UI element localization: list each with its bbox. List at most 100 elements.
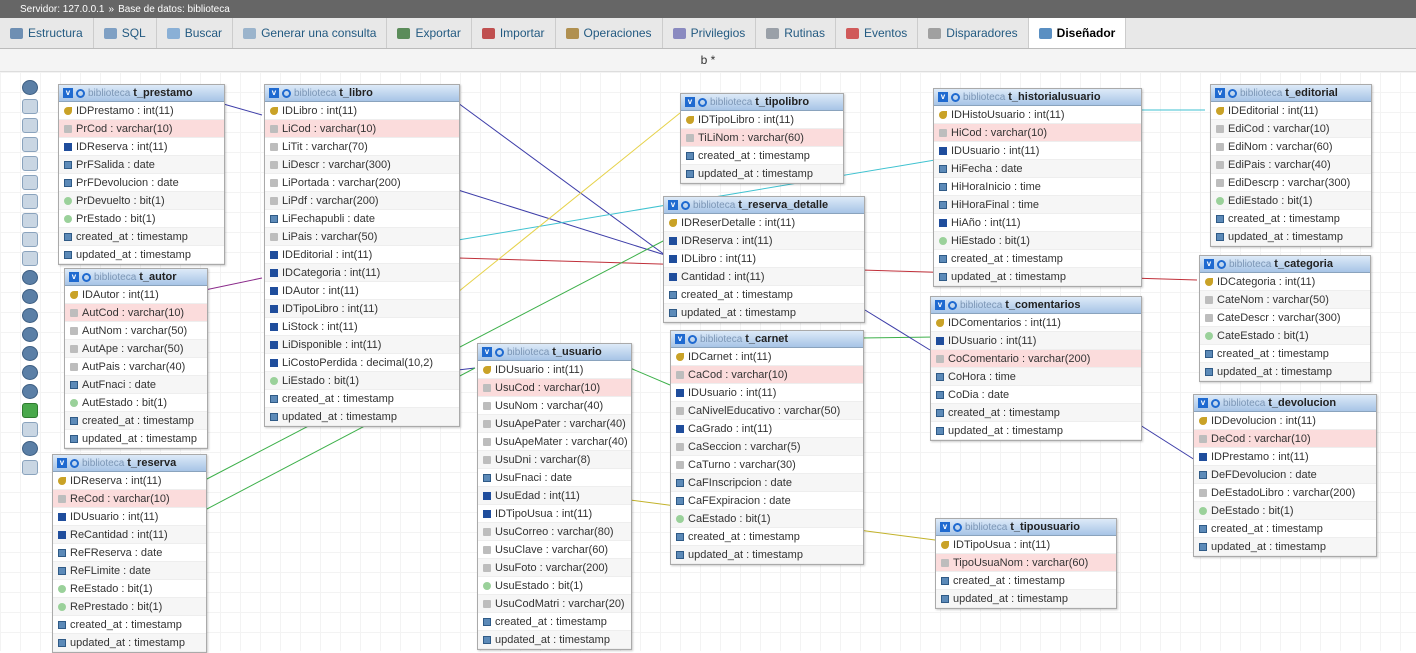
column-row[interactable]: IDEditorial : int(11) [265,246,459,264]
collapse-checkbox-icon[interactable]: v [685,97,695,107]
column-row[interactable]: LiEstado : bit(1) [265,372,459,390]
column-row[interactable]: LiPortada : varchar(200) [265,174,459,192]
column-row[interactable]: HiHoraInicio : time [934,178,1141,196]
column-row[interactable]: updated_at : timestamp [664,304,864,322]
column-row[interactable]: LiFechapubli : date [265,210,459,228]
column-row[interactable]: IDReserDetalle : int(11) [664,214,864,232]
column-row[interactable]: created_at : timestamp [59,228,224,246]
table-t-tipousuario[interactable]: v biblioteca t_tipousuario IDTipoUsua : int… [935,518,1117,609]
table-header[interactable]: v biblioteca t_autor [65,269,207,286]
table-header[interactable]: v biblioteca t_reserva [53,455,206,472]
column-row[interactable]: created_at : timestamp [65,412,207,430]
column-row[interactable]: EdiDescrp : varchar(300) [1211,174,1371,192]
column-row[interactable]: updated_at : timestamp [65,430,207,448]
table-t-editorial[interactable]: v biblioteca t_editorial IDEditorial : int(… [1210,84,1372,247]
column-row[interactable]: IDLibro : int(11) [664,250,864,268]
tab-buscar[interactable]: Buscar [157,18,234,48]
column-row[interactable]: CaFExpiracion : date [671,492,863,510]
show-all-icon[interactable] [22,99,38,114]
column-row[interactable]: IDHistoUsuario : int(11) [934,106,1141,124]
column-row[interactable]: created_at : timestamp [1211,210,1371,228]
column-row[interactable]: IDLibro : int(11) [265,102,459,120]
column-row[interactable]: EdiPais : varchar(40) [1211,156,1371,174]
column-row[interactable]: CoHora : time [931,368,1141,386]
table-t-autor[interactable]: v biblioteca t_autor IDAutor : int(11) AutCo… [64,268,208,449]
tab-sql[interactable]: SQL [94,18,157,48]
column-row[interactable]: LiPdf : varchar(200) [265,192,459,210]
column-row[interactable]: updated_at : timestamp [478,631,631,649]
column-row[interactable]: LiStock : int(11) [265,318,459,336]
column-row[interactable]: CaFInscripcion : date [671,474,863,492]
column-row[interactable]: TipoUsuaNom : varchar(60) [936,554,1116,572]
toggle-columns-icon[interactable] [953,522,962,532]
build-relation-icon[interactable] [22,156,38,171]
collapse-checkbox-icon[interactable]: v [482,347,492,357]
column-row[interactable]: created_at : timestamp [265,390,459,408]
column-row[interactable]: PrFSalida : date [59,156,224,174]
table-t-reserva-detalle[interactable]: v biblioteca t_reserva_detalle IDReserDetal… [663,196,865,323]
column-row[interactable]: ReCod : varchar(10) [53,490,206,508]
column-row[interactable]: CaNivelEducativo : varchar(50) [671,402,863,420]
table-header[interactable]: v biblioteca t_categoria [1200,256,1370,273]
column-row[interactable]: UsuEstado : bit(1) [478,577,631,595]
column-row[interactable]: LiCod : varchar(10) [265,120,459,138]
column-row[interactable]: updated_at : timestamp [53,634,206,652]
database-link[interactable]: Base de datos: biblioteca [118,4,230,15]
table-t-comentarios[interactable]: v biblioteca t_comentarios IDComentarios : … [930,296,1142,441]
collapse-checkbox-icon[interactable]: v [63,88,73,98]
column-row[interactable]: EdiEstado : bit(1) [1211,192,1371,210]
table-t-usuario[interactable]: v biblioteca t_usuario IDUsuario : int(11) U… [477,343,632,650]
table-header[interactable]: v biblioteca t_tipolibro [681,94,843,111]
column-row[interactable]: PrDevuelto : bit(1) [59,192,224,210]
collapse-checkbox-icon[interactable]: v [1215,88,1225,98]
column-row[interactable]: IDPrestamo : int(11) [1194,448,1376,466]
column-row[interactable]: UsuClave : varchar(60) [478,541,631,559]
collapse-checkbox-icon[interactable]: v [1204,259,1214,269]
column-row[interactable]: CateDescr : varchar(300) [1200,309,1370,327]
table-t-tipolibro[interactable]: v biblioteca t_tipolibro IDTipoLibro : int(… [680,93,844,184]
tab-importar[interactable]: Importar [472,18,556,48]
column-row[interactable]: HiCod : varchar(10) [934,124,1141,142]
column-row[interactable]: AutNom : varchar(50) [65,322,207,340]
column-row[interactable]: IDDevolucion : int(11) [1194,412,1376,430]
table-t-prestamo[interactable]: v biblioteca t_prestamo IDPrestamo : int(11… [58,84,225,265]
collapse-checkbox-icon[interactable]: v [69,272,79,282]
table-t-libro[interactable]: v biblioteca t_libro IDLibro : int(11) LiCod… [264,84,460,427]
toggle-columns-icon[interactable] [698,97,707,107]
toggle-columns-icon[interactable] [688,334,697,344]
column-row[interactable]: TiLiNom : varchar(60) [681,129,843,147]
column-row[interactable]: IDReserva : int(11) [664,232,864,250]
small-big-icon[interactable] [22,251,38,266]
collapse-checkbox-icon[interactable]: v [940,522,950,532]
tab-generar-una-consulta[interactable]: Generar una consulta [233,18,388,48]
tab-rutinas[interactable]: Rutinas [756,18,836,48]
column-row[interactable]: CoDia : date [931,386,1141,404]
column-row[interactable]: created_at : timestamp [1194,520,1376,538]
column-row[interactable]: AutFnaci : date [65,376,207,394]
column-row[interactable]: created_at : timestamp [664,286,864,304]
toggle-columns-icon[interactable] [681,200,690,210]
column-row[interactable]: PrFDevolucion : date [59,174,224,192]
table-header[interactable]: v biblioteca t_historialusuario [934,89,1141,106]
column-row[interactable]: LiCostoPerdida : decimal(10,2) [265,354,459,372]
collapse-checkbox-icon[interactable]: v [269,88,279,98]
column-row[interactable]: IDUsuario : int(11) [931,332,1141,350]
column-row[interactable]: DeFDevolucion : date [1194,466,1376,484]
toggle-tables-icon[interactable] [22,80,38,95]
toggle-columns-icon[interactable] [282,88,291,98]
column-row[interactable]: created_at : timestamp [478,613,631,631]
toggle-columns-icon[interactable] [76,88,85,98]
column-row[interactable]: created_at : timestamp [53,616,206,634]
column-row[interactable]: IDPrestamo : int(11) [59,102,224,120]
column-row[interactable]: updated_at : timestamp [671,546,863,564]
column-row[interactable]: updated_at : timestamp [934,268,1141,286]
collapse-checkbox-icon[interactable]: v [668,200,678,210]
column-row[interactable]: IDCarnet : int(11) [671,348,863,366]
toggle-columns-icon[interactable] [1228,88,1237,98]
table-t-carnet[interactable]: v biblioteca t_carnet IDCarnet : int(11) CaC… [670,330,864,565]
table-header[interactable]: v biblioteca t_libro [265,85,459,102]
column-row[interactable]: updated_at : timestamp [931,422,1141,440]
column-row[interactable]: CaTurno : varchar(30) [671,456,863,474]
table-header[interactable]: v biblioteca t_reserva_detalle [664,197,864,214]
column-row[interactable]: DeCod : varchar(10) [1194,430,1376,448]
